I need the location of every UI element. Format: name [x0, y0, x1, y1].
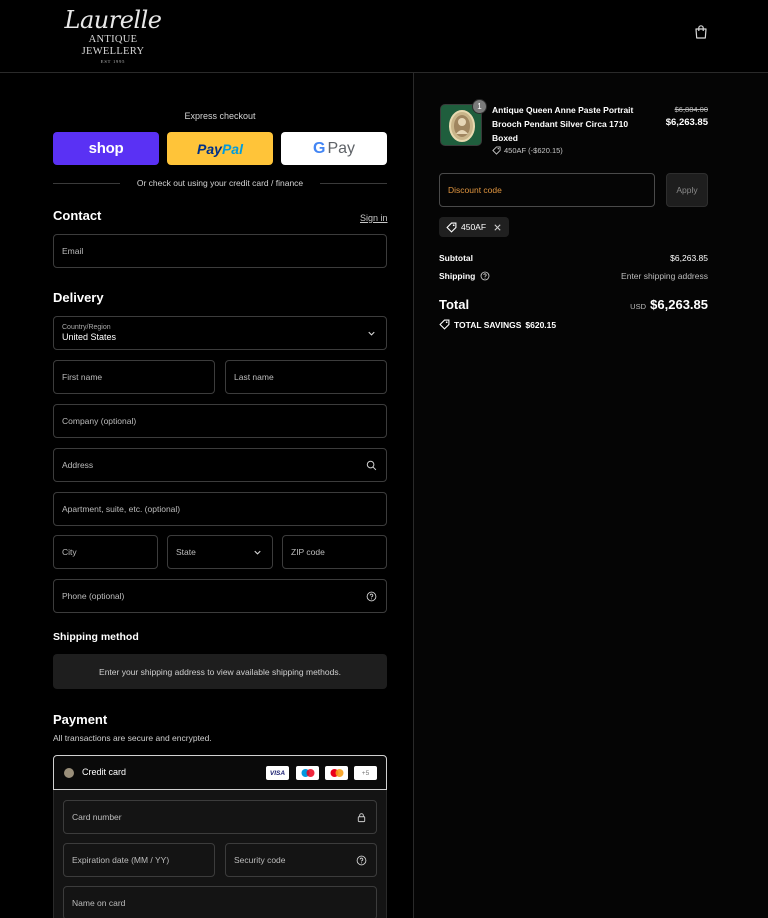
shipping-value: Enter shipping address — [621, 271, 708, 281]
product-discount-text: 450AF (-$620.15) — [504, 146, 563, 155]
total-savings: TOTAL SAVINGS $620.15 — [439, 319, 556, 330]
last-name-field[interactable]: Last name — [225, 360, 387, 394]
credit-card-option[interactable]: Credit card VISA +5 — [53, 755, 387, 790]
subtotal-value: $6,263.85 — [670, 253, 708, 263]
currency-code: USD — [630, 302, 646, 311]
apply-discount-button[interactable]: Apply — [666, 173, 708, 207]
card-number-placeholder: Card number — [72, 812, 122, 822]
first-name-placeholder: First name — [62, 372, 103, 382]
tag-icon — [492, 146, 501, 155]
savings-label: TOTAL SAVINGS — [454, 319, 522, 330]
state-placeholder: State — [176, 547, 196, 557]
chevron-down-icon — [254, 550, 261, 555]
apartment-placeholder: Apartment, suite, etc. (optional) — [62, 504, 181, 514]
sign-in-link[interactable]: Sign in — [360, 213, 388, 223]
delivery-title: Delivery — [53, 290, 104, 305]
last-name-placeholder: Last name — [234, 372, 274, 382]
search-icon — [366, 460, 377, 471]
name-on-card-field[interactable]: Name on card — [63, 886, 377, 918]
name-on-card-placeholder: Name on card — [72, 898, 126, 908]
product-name: Antique Queen Anne Paste Portrait Brooch… — [492, 105, 634, 143]
subtotal-label: Subtotal — [439, 253, 473, 263]
company-placeholder: Company (optional) — [62, 416, 137, 426]
google-pay-label: Pay — [327, 139, 356, 157]
savings-value: $620.15 — [525, 319, 557, 330]
more-cards-badge: +5 — [354, 766, 377, 780]
divider-right — [320, 183, 387, 184]
contact-title: Contact — [53, 208, 102, 223]
paypal-button[interactable]: Pay Pal — [167, 132, 273, 165]
state-select[interactable]: State — [167, 535, 273, 569]
shipping-method-message: Enter your shipping address to view avai… — [99, 666, 341, 677]
shopping-bag-icon[interactable] — [693, 24, 709, 40]
mastercard-icon — [325, 766, 348, 780]
visa-icon: VISA — [266, 766, 289, 780]
product-discount: 450AF (-$620.15) — [492, 146, 563, 155]
country-select[interactable]: Country/Region United States — [53, 316, 387, 350]
address-placeholder: Address — [62, 460, 94, 470]
security-code-placeholder: Security code — [234, 855, 286, 865]
country-label: Country/Region — [62, 324, 111, 331]
shipping-method-notice: Enter your shipping address to view avai… — [53, 654, 387, 689]
express-checkout-label: Express checkout — [184, 111, 256, 121]
help-circle-icon[interactable] — [356, 855, 367, 866]
paypal-label-pal: Pal — [221, 140, 243, 157]
zip-field[interactable]: ZIP code — [282, 535, 387, 569]
expiration-placeholder: Expiration date (MM / YY) — [72, 855, 170, 865]
paypal-label-pay: Pay — [197, 140, 222, 157]
payment-subtitle: All transactions are secure and encrypte… — [53, 733, 212, 743]
divider-left — [53, 183, 120, 184]
city-field[interactable]: City — [53, 535, 158, 569]
shop-pay-button[interactable]: shop — [53, 132, 159, 165]
brand-logo[interactable]: Laurelle ANTIQUE JEWELLERY EST 1995 — [58, 6, 168, 66]
discount-code-placeholder: Discount code — [448, 185, 502, 195]
expiration-field[interactable]: Expiration date (MM / YY) — [63, 843, 215, 877]
zip-placeholder: ZIP code — [291, 547, 325, 557]
email-placeholder: Email — [62, 246, 84, 256]
shipping-row-label: Shipping — [439, 271, 490, 281]
product-price: $6,263.85 — [665, 117, 708, 128]
email-field[interactable]: Email — [53, 234, 387, 268]
brand-name: Laurelle — [64, 6, 162, 34]
total-value: $6,263.85 — [650, 297, 708, 312]
company-field[interactable]: Company (optional) — [53, 404, 387, 438]
phone-field[interactable]: Phone (optional) — [53, 579, 387, 613]
brand-established: EST 1995 — [100, 59, 126, 64]
security-code-field[interactable]: Security code — [225, 843, 377, 877]
close-icon[interactable] — [493, 223, 502, 232]
page-header: Laurelle ANTIQUE JEWELLERY EST 1995 — [0, 0, 768, 73]
card-number-field[interactable]: Card number — [63, 800, 377, 834]
apartment-field[interactable]: Apartment, suite, etc. (optional) — [53, 492, 387, 526]
quantity-badge: 1 — [472, 99, 487, 114]
total-label: Total — [439, 297, 470, 312]
lock-icon — [357, 813, 366, 823]
radio-selected-icon[interactable] — [64, 768, 74, 778]
payment-title: Payment — [53, 712, 108, 727]
google-g-icon: G — [312, 139, 326, 157]
google-pay-button[interactable]: G Pay — [281, 132, 387, 165]
city-placeholder: City — [62, 547, 77, 557]
discount-code-field[interactable]: Discount code — [439, 173, 655, 207]
applied-discount-code: 450AF — [461, 222, 487, 232]
shipping-label: Shipping — [439, 271, 476, 281]
tag-icon — [439, 319, 450, 330]
tag-icon — [446, 222, 457, 233]
credit-card-label: Credit card — [82, 767, 127, 777]
chevron-down-icon — [368, 331, 375, 336]
first-name-field[interactable]: First name — [53, 360, 215, 394]
or-divider-text: Or check out using your credit card / fi… — [136, 178, 304, 188]
shipping-method-title: Shipping method — [53, 631, 139, 643]
phone-placeholder: Phone (optional) — [62, 591, 125, 601]
brand-subtitle: ANTIQUE JEWELLERY — [81, 34, 145, 57]
maestro-icon — [296, 766, 319, 780]
help-circle-icon[interactable] — [366, 591, 377, 602]
shop-pay-label: shop — [88, 140, 124, 157]
address-field[interactable]: Address — [53, 448, 387, 482]
original-price: $6,884.00 — [674, 105, 708, 114]
applied-discount-chip: 450AF — [439, 217, 509, 237]
help-circle-icon[interactable] — [480, 271, 490, 281]
country-value: United States — [62, 332, 117, 342]
